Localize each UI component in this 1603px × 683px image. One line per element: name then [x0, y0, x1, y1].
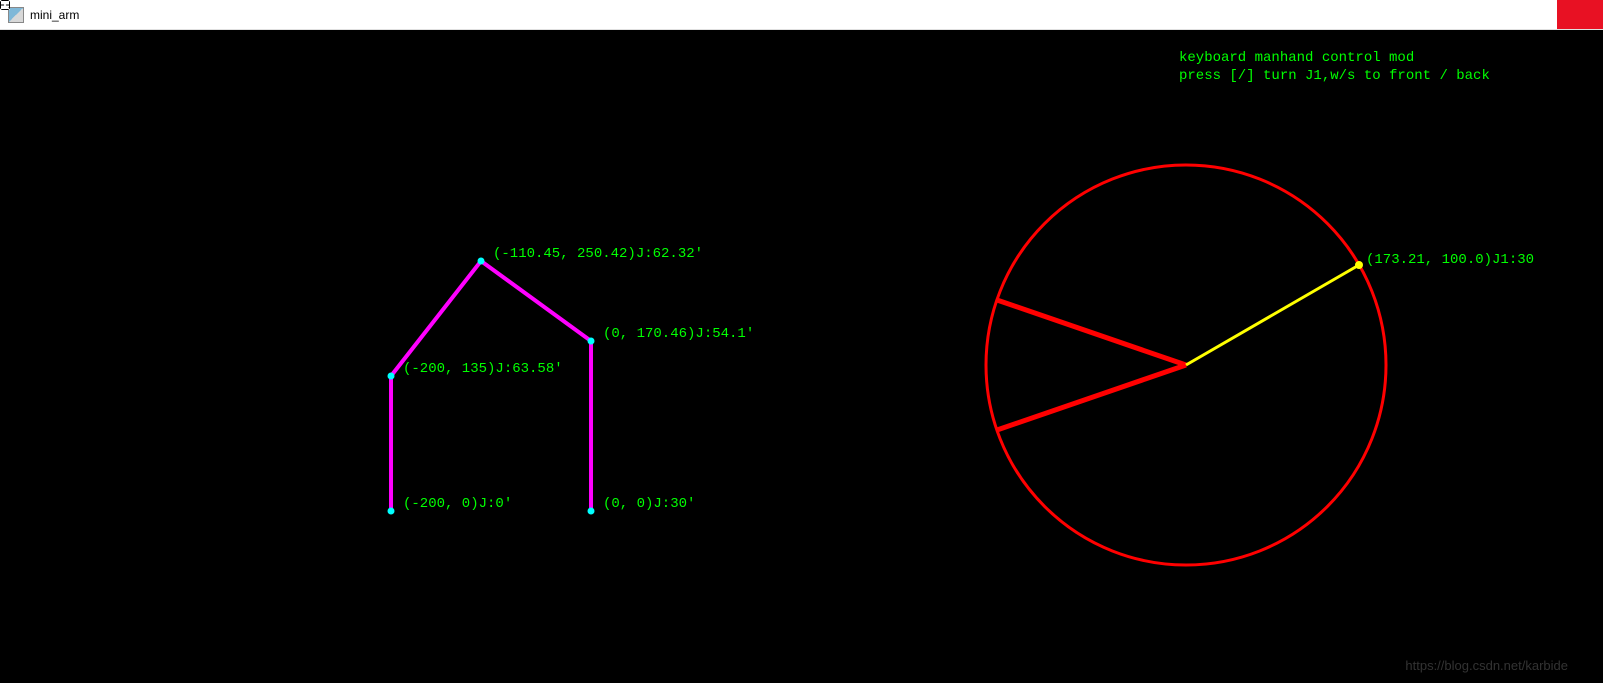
joint-p3-dot	[478, 258, 485, 265]
joint-p3-label: (-110.45, 250.42)J:62.32'	[493, 246, 703, 262]
hud-line2: press [/] turn J1,w/s to front / back	[1179, 68, 1490, 84]
red-radius-lower	[997, 365, 1186, 430]
joint-p1-label: (-200, 0)J:0'	[403, 496, 512, 512]
arm-polyline	[391, 261, 591, 511]
watermark-text: https://blog.csdn.net/karbide	[1405, 658, 1568, 673]
app-icon	[8, 7, 24, 23]
hud-line1: keyboard manhand control mod	[1179, 50, 1414, 66]
circle-endpoint-dot	[1355, 261, 1363, 269]
circle-endpoint-label: (173.21, 100.0)J1:30	[1366, 252, 1534, 268]
joint-p5-label: (0, 0)J:30'	[603, 496, 695, 512]
joint-p1-dot	[388, 508, 395, 515]
yellow-radius	[1186, 265, 1359, 365]
joint-p5-dot	[588, 508, 595, 515]
minimize-button[interactable]	[1465, 0, 1511, 29]
maximize-button[interactable]	[1511, 0, 1557, 29]
joint-p2-dot	[388, 373, 395, 380]
window-title: mini_arm	[30, 8, 1465, 22]
arm-svg	[0, 30, 1603, 683]
joint-p4-label: (0, 170.46)J:54.1'	[603, 326, 754, 342]
red-radius-upper	[997, 300, 1186, 365]
app-window: mini_arm	[0, 0, 1603, 683]
joint-p4-dot	[588, 338, 595, 345]
close-button[interactable]	[1557, 0, 1603, 29]
titlebar[interactable]: mini_arm	[0, 0, 1603, 30]
window-controls	[1465, 0, 1603, 29]
joint-p2-label: (-200, 135)J:63.58'	[403, 361, 563, 377]
canvas[interactable]: (-200, 0)J:0' (-200, 135)J:63.58' (-110.…	[0, 30, 1603, 683]
